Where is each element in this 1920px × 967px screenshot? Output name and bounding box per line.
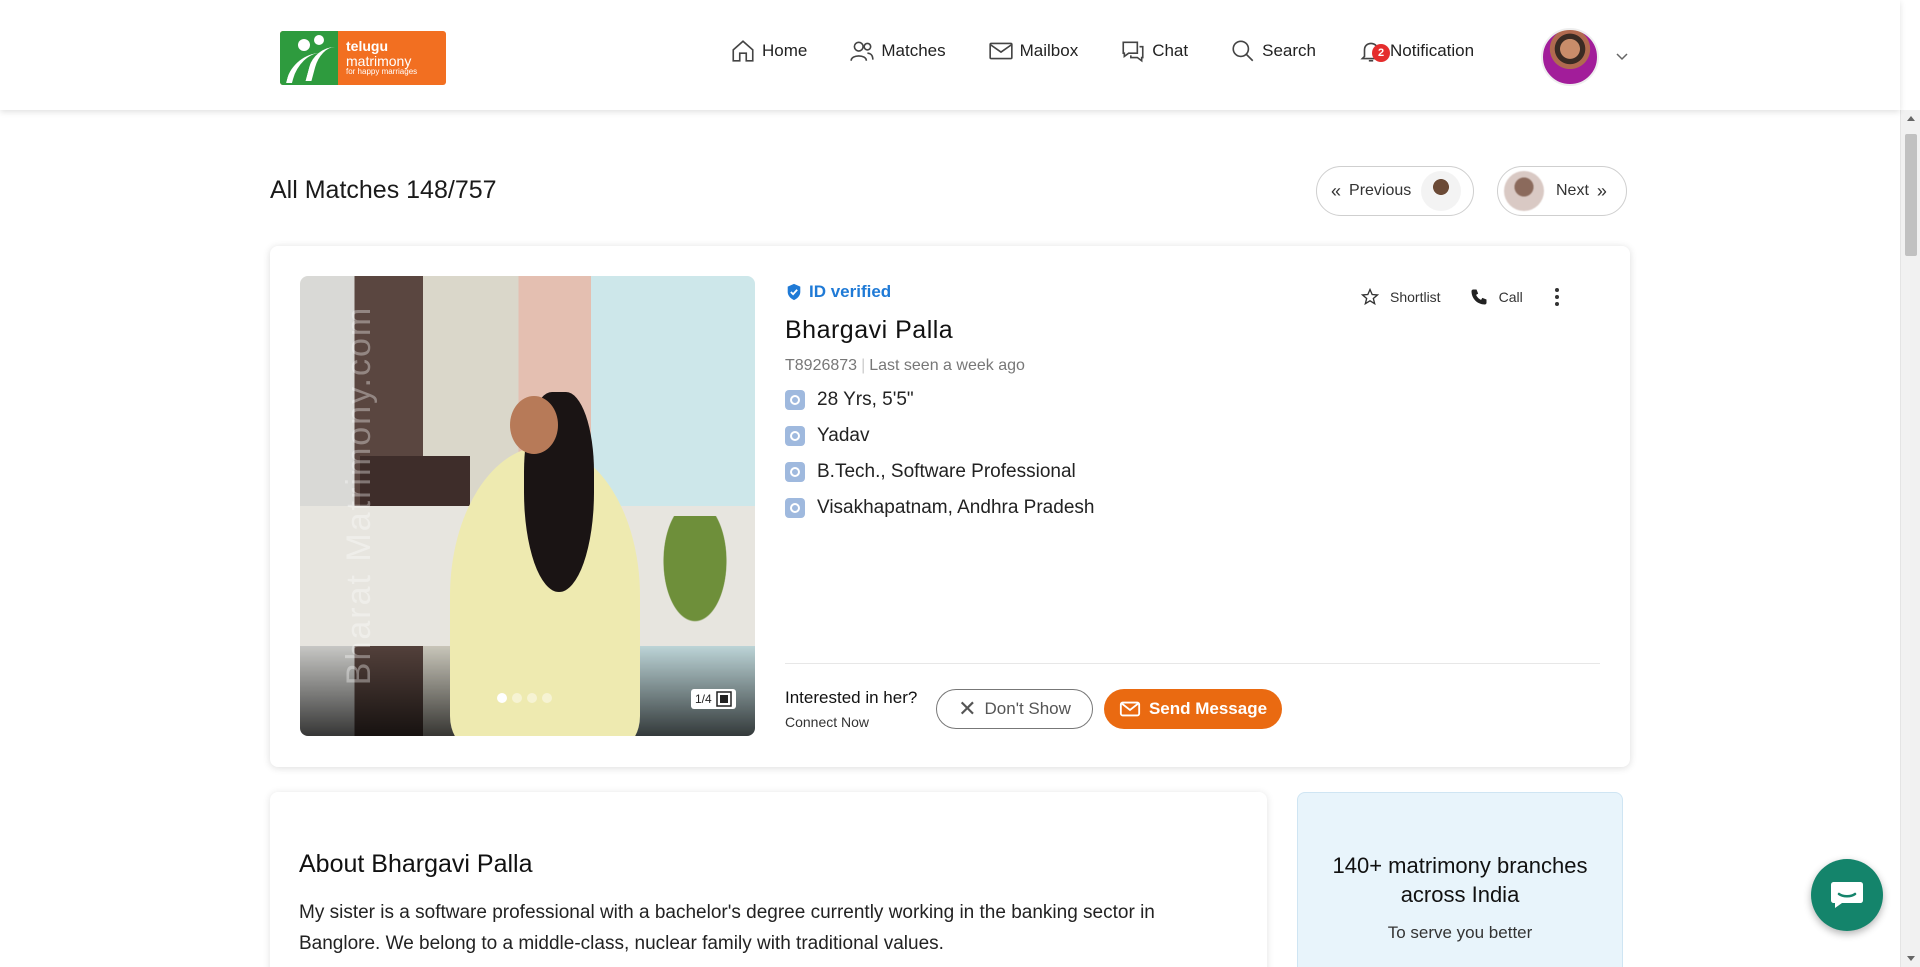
mailbox-icon	[988, 42, 1013, 60]
location-icon	[785, 498, 805, 518]
profile-id: T8926873	[785, 357, 858, 374]
page-title: All Matches 148/757	[270, 176, 497, 204]
dont-show-button[interactable]: ✕ Don't Show	[936, 689, 1093, 729]
double-chevron-left-icon: «	[1331, 180, 1342, 201]
detail-location: Visakhapatnam, Andhra Pradesh	[785, 497, 1094, 519]
carousel-dot[interactable]	[542, 693, 552, 703]
previous-profile-thumbnail	[1421, 171, 1462, 211]
id-verified-badge: ID verified	[785, 282, 1094, 302]
photo-count-badge[interactable]: 1/4	[691, 689, 736, 709]
nav-mailbox[interactable]: Mailbox	[988, 38, 1079, 64]
nav-matches[interactable]: Matches	[849, 38, 946, 64]
dont-show-label: Don't Show	[984, 699, 1071, 718]
nav-notification-label: Notification	[1390, 41, 1475, 60]
logo-line1: telugu	[346, 38, 388, 55]
detail-community: Yadav	[785, 425, 1094, 447]
nav-search[interactable]: Search	[1230, 38, 1316, 64]
profile-meta: T8926873 | Last seen a week ago	[785, 357, 1025, 374]
carousel-dot[interactable]	[512, 693, 522, 703]
nav-chat-label: Chat	[1152, 41, 1189, 60]
age-icon	[785, 390, 805, 410]
next-profile-button[interactable]: Next »	[1497, 166, 1627, 216]
phone-icon	[1471, 289, 1487, 304]
page-scrollbar[interactable]	[1900, 110, 1920, 967]
double-chevron-right-icon: »	[1596, 180, 1607, 201]
photo-watermark: Bharat Matrimony.com	[340, 305, 379, 686]
chat-icon	[1122, 41, 1144, 63]
scroll-down-arrow-icon[interactable]	[1907, 956, 1915, 961]
scroll-up-arrow-icon[interactable]	[1907, 116, 1915, 121]
send-message-label: Send Message	[1148, 699, 1268, 718]
profile-name: Bhargavi Palla	[785, 316, 954, 344]
scroll-thumb[interactable]	[1905, 134, 1917, 256]
branches-title: 140+ matrimony branches across India	[1332, 853, 1588, 907]
detail-age-height: 28 Yrs, 5'5"	[785, 389, 1094, 411]
profile-actions: Shortlist Call	[1360, 286, 1559, 307]
chat-bubble-icon	[1831, 882, 1863, 908]
top-header: telugu matrimony for happy marriages Hom…	[0, 0, 1900, 110]
call-button[interactable]: Call	[1469, 287, 1523, 307]
branches-banner[interactable]: 140+ matrimony branches across India To …	[1297, 792, 1623, 967]
nav-home-label: Home	[762, 41, 808, 60]
shortlist-button[interactable]: Shortlist	[1360, 287, 1441, 307]
profile-card: Bharat Matrimony.com 1/4 ID verified Bha…	[270, 246, 1630, 767]
card-divider	[785, 663, 1600, 664]
close-icon: ✕	[958, 696, 977, 721]
community-icon	[785, 426, 805, 446]
next-profile-thumbnail	[1504, 171, 1544, 211]
matches-icon	[850, 41, 875, 61]
search-icon	[1232, 40, 1254, 62]
nav-search-label: Search	[1262, 41, 1316, 60]
connect-now-text: Connect Now	[785, 714, 870, 730]
nav-notification[interactable]: 2 Notification	[1358, 38, 1474, 64]
user-avatar[interactable]	[1541, 28, 1599, 86]
next-label: Next	[1556, 182, 1589, 199]
nav-home[interactable]: Home	[730, 38, 807, 64]
education-text: B.Tech., Software Professional	[817, 461, 1076, 482]
interested-question: Interested in her?	[785, 688, 918, 707]
photo-count-text: 1/4	[695, 692, 712, 706]
logo-line2: matrimony	[346, 52, 412, 69]
logo-tagline: for happy marriages	[346, 67, 418, 77]
telugu-matrimony-logo[interactable]: telugu matrimony for happy marriages	[280, 31, 446, 85]
about-section: About Bhargavi Palla My sister is a soft…	[270, 792, 1267, 967]
detail-education: B.Tech., Software Professional	[785, 461, 1094, 483]
more-options-icon[interactable]	[1554, 286, 1559, 307]
id-verified-text: ID verified	[809, 282, 892, 301]
mail-icon	[1119, 701, 1141, 717]
carousel-dot[interactable]	[497, 693, 507, 703]
previous-label: Previous	[1349, 182, 1412, 199]
carousel-dot[interactable]	[527, 693, 537, 703]
home-icon	[732, 40, 754, 62]
previous-profile-button[interactable]: « Previous	[1316, 166, 1474, 216]
nav-chat[interactable]: Chat	[1120, 38, 1188, 64]
notification-badge: 2	[1372, 44, 1390, 62]
shortlist-label: Shortlist	[1390, 288, 1441, 305]
logo-mark-icon	[280, 31, 338, 85]
chat-support-button[interactable]	[1811, 859, 1883, 931]
nav-matches-label: Matches	[881, 41, 946, 60]
community-text: Yadav	[817, 425, 870, 446]
about-heading: About Bhargavi Palla	[299, 850, 533, 878]
education-icon	[785, 462, 805, 482]
send-message-button[interactable]: Send Message	[1104, 689, 1282, 729]
age-height-text: 28 Yrs, 5'5"	[817, 389, 914, 410]
about-text: My sister is a software professional wit…	[299, 902, 1155, 954]
star-icon	[1360, 287, 1380, 305]
call-label: Call	[1498, 288, 1523, 305]
interest-prompt: Interested in her? Connect Now	[785, 688, 917, 730]
verified-shield-icon	[787, 283, 801, 301]
last-seen: Last seen a week ago	[869, 357, 1025, 374]
gallery-expand-icon	[715, 691, 732, 707]
branches-subtitle: To serve you better	[1387, 923, 1533, 942]
main-nav: Home Matches Mailbox Chat Search 2 Notif…	[730, 38, 1520, 64]
photo-carousel-dots[interactable]	[497, 693, 557, 703]
location-text: Visakhapatnam, Andhra Pradesh	[817, 497, 1095, 518]
profile-photo[interactable]: Bharat Matrimony.com 1/4	[300, 276, 755, 736]
profile-info: ID verified Bhargavi Palla T8926873 | Last…	[785, 282, 1094, 519]
chevron-down-icon[interactable]	[1614, 48, 1630, 64]
nav-mailbox-label: Mailbox	[1019, 41, 1079, 60]
